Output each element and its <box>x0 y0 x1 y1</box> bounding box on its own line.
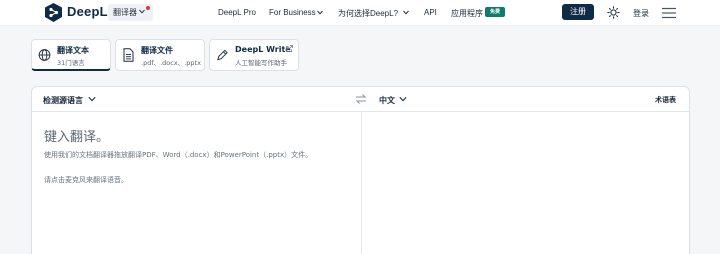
tab-title: 翻译文件 <box>141 46 173 55</box>
pen-icon <box>217 49 228 61</box>
target-language-selector[interactable]: 中文 <box>379 95 395 106</box>
logo-text[interactable]: DeepL <box>67 4 108 19</box>
chevron-down-icon <box>403 10 409 15</box>
tab-subtitle: 31门语言 <box>57 59 85 67</box>
tab-subtitle: .pdf、.docx、.pptx <box>141 59 201 67</box>
source-text-input[interactable]: 键入翻译。 使用我们的文档翻译器拖放翻译PDF、Word（.docx）和Powe… <box>32 113 360 254</box>
nav-deepl-pro[interactable]: DeepL Pro <box>218 8 256 17</box>
deepl-logo-icon[interactable] <box>45 3 62 22</box>
tab-title: DeepL Write <box>235 45 291 54</box>
chevron-down-icon <box>139 9 145 14</box>
chevron-down-icon[interactable] <box>399 96 407 102</box>
swap-languages-icon[interactable] <box>355 93 367 105</box>
document-icon <box>123 48 134 62</box>
login-link[interactable]: 登录 <box>633 8 649 19</box>
nav-why-deepl[interactable]: 为何选择DeepL? <box>338 8 398 19</box>
hamburger-menu-icon[interactable] <box>662 7 676 19</box>
chevron-down-icon[interactable] <box>88 96 96 102</box>
tab-deepl-write[interactable]: DeepL Write 人工智能写作助手 <box>209 39 299 71</box>
signup-button[interactable]: 注册 <box>562 4 594 20</box>
translator-menu-label[interactable]: 翻译器 <box>113 7 137 18</box>
globe-icon <box>38 49 51 61</box>
tab-translate-files[interactable]: 翻译文件 .pdf、.docx、.pptx <box>115 39 205 71</box>
top-header: DeepL 翻译器 DeepL Pro For Business 为何选择Dee… <box>0 0 720 26</box>
translator-panel: 检测源语言 中文 术语表 键入翻译。 使用我们的文档翻译器拖放翻译PDF、Wor… <box>31 86 690 254</box>
tab-title: 翻译文本 <box>57 46 89 55</box>
nav-apps[interactable]: 应用程序 <box>451 8 483 19</box>
notification-dot <box>146 6 150 10</box>
external-link-icon <box>286 45 293 52</box>
chevron-down-icon <box>317 10 323 15</box>
input-placeholder: 键入翻译。 <box>44 130 110 145</box>
sun-icon[interactable] <box>607 6 620 19</box>
free-badge: 免费 <box>485 7 505 17</box>
nav-api[interactable]: API <box>424 8 437 17</box>
target-text-output[interactable] <box>362 113 689 254</box>
language-bar: 检测源语言 中文 术语表 <box>32 87 689 112</box>
file-drop-hint: 使用我们的文档翻译器拖放翻译PDF、Word（.docx）和PowerPoint… <box>44 151 313 159</box>
nav-for-business[interactable]: For Business <box>269 8 316 17</box>
tab-translate-text[interactable]: 翻译文本 31门语言 <box>31 39 111 71</box>
glossary-button[interactable]: 术语表 <box>655 95 676 105</box>
source-language-selector[interactable]: 检测源语言 <box>43 95 83 106</box>
tab-subtitle: 人工智能写作助手 <box>235 59 287 67</box>
microphone-hint: 请点击麦克风来翻译语音。 <box>44 176 128 184</box>
